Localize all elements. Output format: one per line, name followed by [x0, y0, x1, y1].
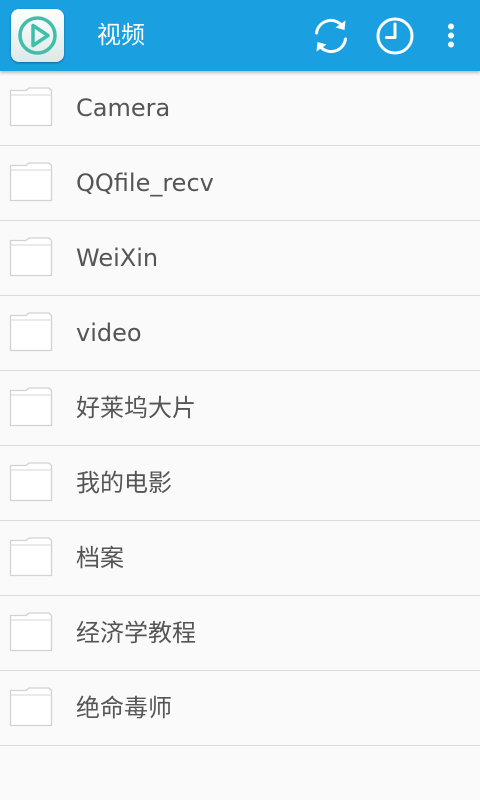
folder-item-archive[interactable]: 档案 [0, 521, 480, 596]
folder-icon [9, 462, 53, 502]
page-title: 视频 [97, 21, 145, 49]
app-bar: 视频 [0, 0, 480, 71]
folder-icon [9, 537, 53, 577]
folder-item-camera[interactable]: Camera [0, 71, 480, 146]
folder-name: 绝命毒师 [76, 694, 172, 722]
folder-icon [9, 312, 53, 352]
folder-icon [9, 687, 53, 727]
clock-icon [376, 17, 414, 55]
folder-item-weixin[interactable]: WeiXin [0, 221, 480, 296]
folder-name: video [76, 319, 142, 347]
folder-name: 档案 [76, 544, 124, 572]
folder-item-hollywood[interactable]: 好莱坞大片 [0, 371, 480, 446]
folder-item-economics-course[interactable]: 经济学教程 [0, 596, 480, 671]
history-button[interactable] [373, 14, 417, 58]
overflow-menu-icon [448, 23, 454, 48]
app-logo-icon[interactable] [11, 9, 64, 62]
folder-item-breaking-bad[interactable]: 绝命毒师 [0, 671, 480, 746]
folder-item-qqfile-recv[interactable]: QQfile_recv [0, 146, 480, 221]
folder-icon [9, 612, 53, 652]
folder-icon [9, 237, 53, 277]
folder-item-video[interactable]: video [0, 296, 480, 371]
sync-button[interactable] [309, 14, 353, 58]
folder-name: 我的电影 [76, 469, 172, 497]
folder-item-my-movies[interactable]: 我的电影 [0, 446, 480, 521]
folder-list: Camera QQfile_recv WeiXin video 好莱坞大片 我的… [0, 71, 480, 746]
folder-name: 好莱坞大片 [76, 394, 196, 422]
folder-name: WeiXin [76, 244, 159, 272]
folder-name: 经济学教程 [76, 619, 196, 647]
folder-icon [9, 162, 53, 202]
overflow-menu-button[interactable] [436, 14, 466, 58]
folder-icon [9, 87, 53, 127]
folder-icon [9, 387, 53, 427]
folder-name: Camera [76, 94, 171, 122]
sync-icon [315, 18, 347, 54]
folder-name: QQfile_recv [76, 169, 214, 197]
